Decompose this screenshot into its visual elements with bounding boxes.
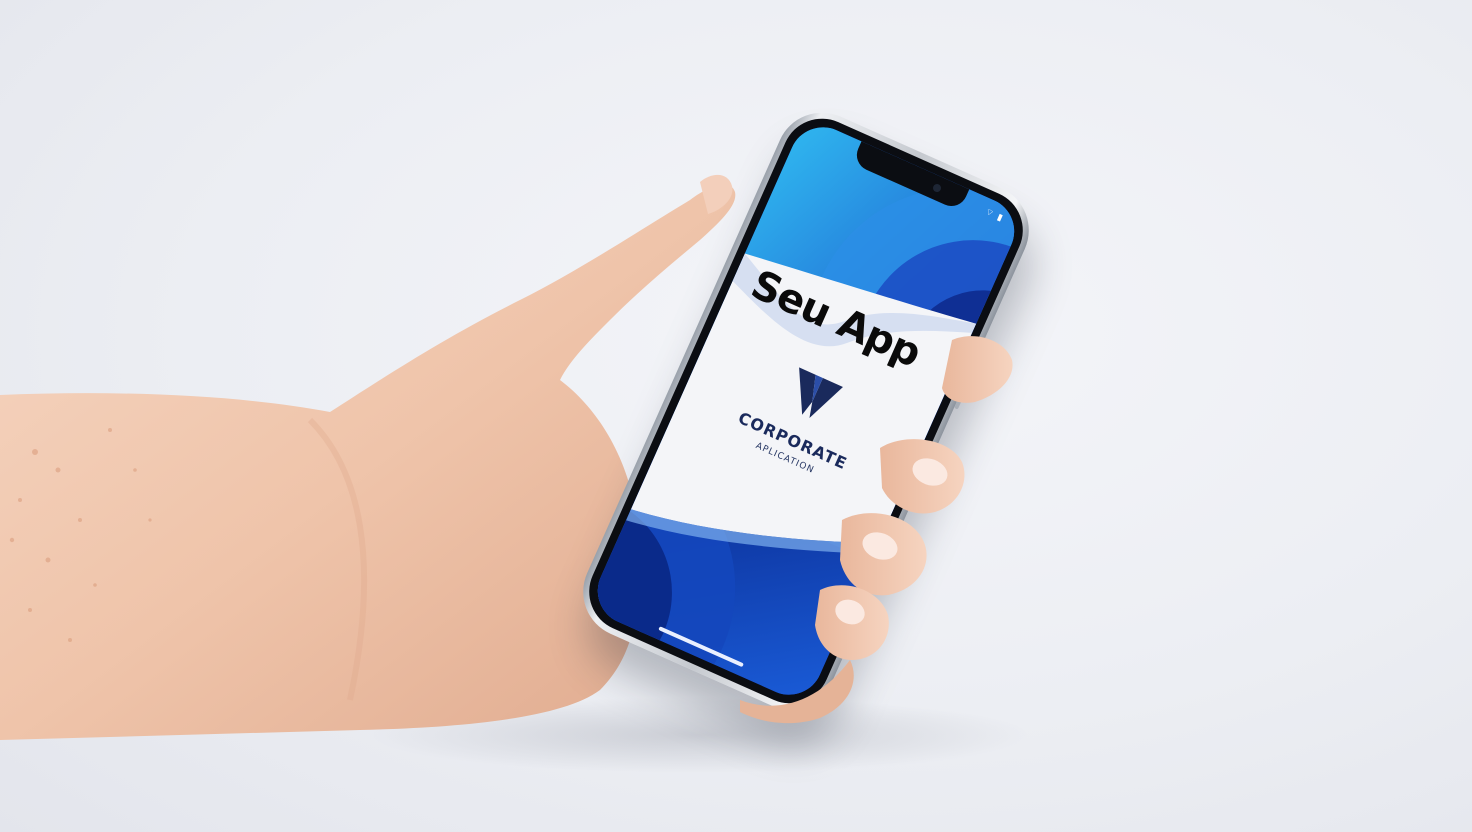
- forearm: [0, 184, 736, 741]
- front-camera: [931, 182, 943, 194]
